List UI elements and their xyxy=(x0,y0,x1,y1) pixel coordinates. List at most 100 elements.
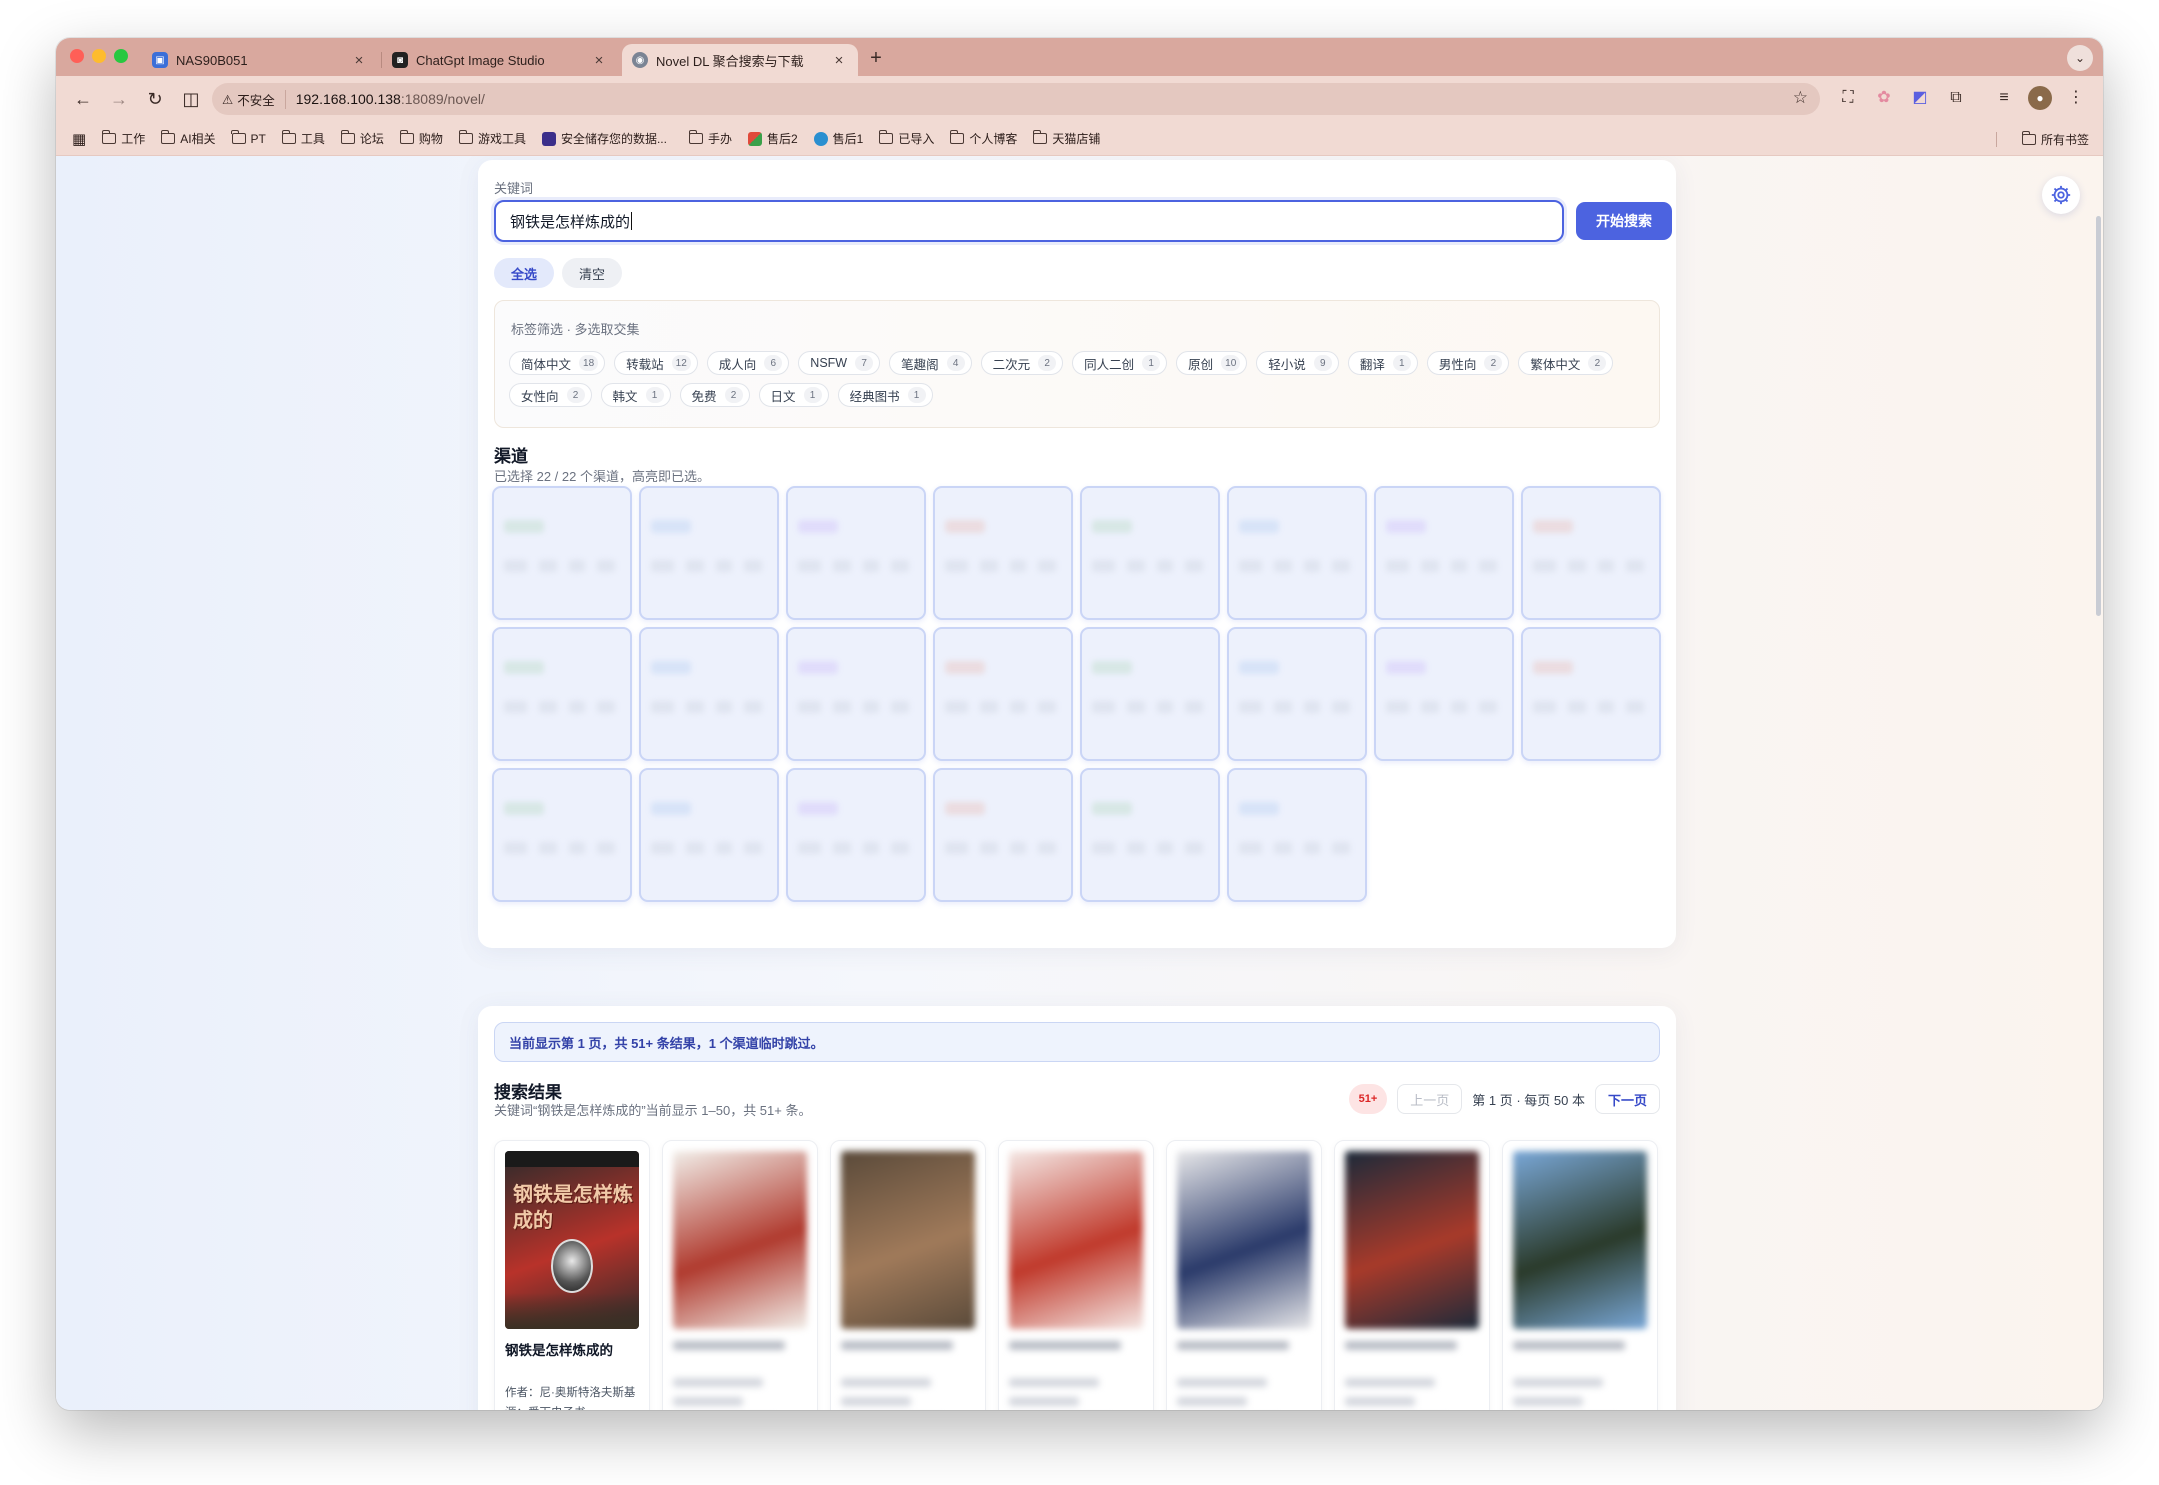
start-search-button[interactable]: 开始搜索 xyxy=(1576,202,1672,240)
tag-chip[interactable]: 韩文 1 xyxy=(600,383,671,407)
tag-label: 二次元 xyxy=(992,357,1031,372)
prev-page-button[interactable]: 上一页 xyxy=(1397,1084,1463,1114)
next-page-button[interactable]: 下一页 xyxy=(1594,1084,1660,1114)
select-all-button[interactable]: 全选 xyxy=(494,258,554,288)
channel-card[interactable] xyxy=(639,627,779,761)
book-card[interactable] xyxy=(1334,1140,1490,1410)
tag-chip[interactable]: 成人向 6 xyxy=(706,351,790,375)
book-card[interactable] xyxy=(1502,1140,1658,1410)
bookmark-pt[interactable]: PT xyxy=(231,130,266,146)
bookmark-forum[interactable]: 论坛 xyxy=(340,130,384,147)
tag-chip[interactable]: 轻小说 9 xyxy=(1256,351,1339,375)
tab-novel-dl[interactable]: ◉ Novel DL 聚合搜索与下载 × xyxy=(622,44,858,76)
address-bar[interactable]: ⚠ 不安全 192.168.100.138:18089/novel/ ☆ xyxy=(212,83,1820,115)
tag-chip[interactable]: 笔趣阁 4 xyxy=(889,351,972,375)
channel-card[interactable] xyxy=(1080,486,1220,620)
tag-chip[interactable]: 简体中文 18 xyxy=(509,351,606,375)
bookmark-figures[interactable]: 手办 xyxy=(688,130,732,147)
back-arrow-icon[interactable]: ← xyxy=(66,82,100,116)
bookmark-blog[interactable]: 个人博客 xyxy=(949,130,1017,147)
book-card[interactable]: 钢铁是怎样炼成的 钢铁是怎样炼成的 作者：尼·奥斯特洛夫斯基 源：爱下电子书 最… xyxy=(494,1140,650,1410)
tag-chip[interactable]: NSFW 7 xyxy=(798,351,881,375)
security-indicator[interactable]: ⚠ 不安全 xyxy=(222,89,286,109)
reading-mode-icon[interactable]: ◫ xyxy=(174,82,208,116)
book-card[interactable] xyxy=(998,1140,1154,1410)
tag-chip[interactable]: 翻译 1 xyxy=(1347,351,1418,375)
channel-card[interactable] xyxy=(933,486,1073,620)
channel-card[interactable] xyxy=(1080,627,1220,761)
apps-grid-icon[interactable]: ▦ xyxy=(72,130,86,148)
close-window-button[interactable] xyxy=(70,49,84,63)
extension-gradient-icon[interactable]: ◩ xyxy=(1908,86,1932,110)
bookmark-shopping[interactable]: 购物 xyxy=(399,130,443,147)
bookmark-ai[interactable]: AI相关 xyxy=(160,130,216,147)
tag-chip[interactable]: 女性向 2 xyxy=(509,383,592,407)
tag-chip[interactable]: 男性向 2 xyxy=(1426,351,1510,375)
book-title[interactable]: 钢铁是怎样炼成的 xyxy=(505,1339,639,1359)
extension-screenshot-icon[interactable]: ⛶ xyxy=(1836,86,1860,110)
book-card[interactable] xyxy=(830,1140,986,1410)
channel-card[interactable] xyxy=(1374,627,1514,761)
tag-chip[interactable]: 原创 10 xyxy=(1176,351,1248,375)
channel-card[interactable] xyxy=(786,486,926,620)
keyword-input[interactable]: 钢铁是怎样炼成的 xyxy=(494,200,1564,242)
channel-card[interactable] xyxy=(1374,486,1514,620)
close-tab-icon[interactable]: × xyxy=(830,52,848,69)
maximize-window-button[interactable] xyxy=(114,49,128,63)
minimize-window-button[interactable] xyxy=(92,49,106,63)
browser-menu-icon[interactable]: ⋮ xyxy=(2064,86,2088,110)
close-tab-icon[interactable]: × xyxy=(350,52,368,69)
channel-card[interactable] xyxy=(1227,627,1367,761)
page-scrollbar[interactable] xyxy=(2096,216,2101,616)
close-tab-icon[interactable]: × xyxy=(590,52,608,69)
channel-card[interactable] xyxy=(786,768,926,902)
bookmark-work[interactable]: 工作 xyxy=(101,130,145,147)
reload-icon[interactable]: ↻ xyxy=(138,82,172,116)
all-bookmarks[interactable]: 所有书签 xyxy=(2021,131,2089,148)
bookmark-tmall[interactable]: 天猫店铺 xyxy=(1032,130,1100,147)
media-playlist-icon[interactable]: ≡ xyxy=(1992,86,2016,110)
channel-domain-badge xyxy=(798,802,838,815)
bookmark-game-tools[interactable]: 游戏工具 xyxy=(458,130,526,147)
channel-card[interactable] xyxy=(492,627,632,761)
tab-chatgpt-image-studio[interactable]: ◙ ChatGpt Image Studio × xyxy=(382,44,618,76)
tag-chip[interactable]: 经典图书 1 xyxy=(837,383,933,407)
channel-card[interactable] xyxy=(1227,768,1367,902)
channel-name xyxy=(504,641,620,655)
channel-card[interactable] xyxy=(492,486,632,620)
bookmark-after-sales-2[interactable]: 售后2 xyxy=(747,130,798,147)
book-card[interactable] xyxy=(662,1140,818,1410)
channel-card[interactable] xyxy=(1521,627,1661,761)
settings-gear-icon[interactable] xyxy=(2042,176,2080,214)
channel-card[interactable] xyxy=(492,768,632,902)
channel-card[interactable] xyxy=(639,486,779,620)
channel-domain-badge xyxy=(1092,802,1132,815)
clear-button[interactable]: 清空 xyxy=(562,258,622,288)
book-card[interactable] xyxy=(1166,1140,1322,1410)
profile-avatar[interactable]: ● xyxy=(2028,86,2052,110)
tag-chip[interactable]: 繁体中文 2 xyxy=(1518,351,1614,375)
tag-chip[interactable]: 转载站 12 xyxy=(614,351,698,375)
bookmark-star-icon[interactable]: ☆ xyxy=(1793,88,1808,108)
bookmark-secure-storage[interactable]: 安全储存您的数据... xyxy=(541,130,667,147)
bookmark-after-sales-1[interactable]: 售后1 xyxy=(813,130,863,147)
extension-game-icon[interactable]: ✿ xyxy=(1872,86,1896,110)
tag-chip[interactable]: 二次元 2 xyxy=(980,351,1064,375)
channel-card[interactable] xyxy=(933,768,1073,902)
tab-nas[interactable]: ▣ NAS90B051 × xyxy=(142,44,378,76)
new-tab-button[interactable]: + xyxy=(862,44,890,72)
channel-card[interactable] xyxy=(933,627,1073,761)
forward-arrow-icon[interactable]: → xyxy=(102,82,136,116)
channel-card[interactable] xyxy=(1080,768,1220,902)
extensions-puzzle-icon[interactable]: ⧉ xyxy=(1944,86,1968,110)
channel-card[interactable] xyxy=(639,768,779,902)
channel-card[interactable] xyxy=(1521,486,1661,620)
tag-chip[interactable]: 免费 2 xyxy=(679,383,750,407)
tag-chip[interactable]: 同人二创 1 xyxy=(1072,351,1168,375)
bookmark-tools[interactable]: 工具 xyxy=(281,130,325,147)
tag-chip[interactable]: 日文 1 xyxy=(758,383,829,407)
bookmark-imported[interactable]: 已导入 xyxy=(878,130,934,147)
channel-card[interactable] xyxy=(786,627,926,761)
tab-search-chevron-icon[interactable]: ⌄ xyxy=(2067,45,2093,71)
channel-card[interactable] xyxy=(1227,486,1367,620)
